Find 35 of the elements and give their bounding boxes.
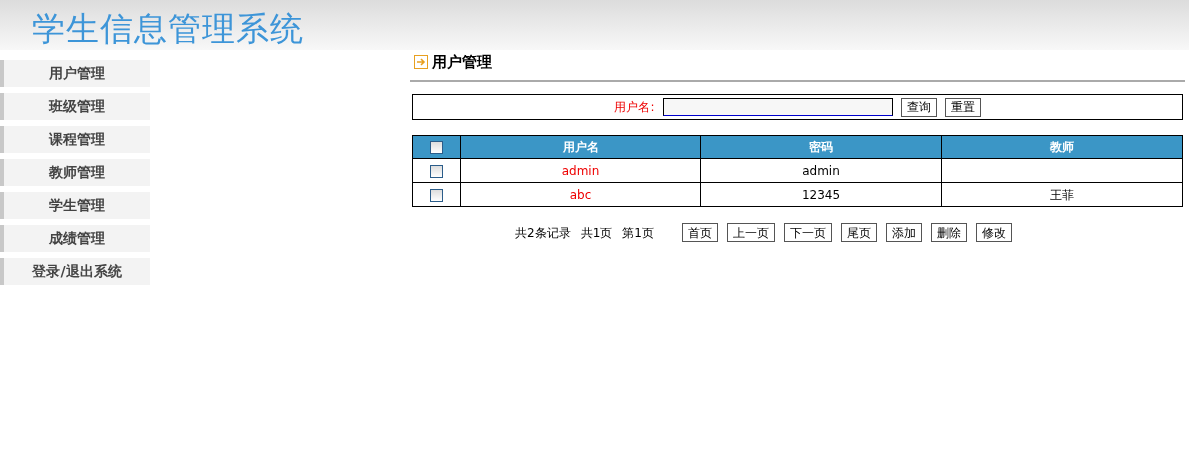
arrow-icon bbox=[414, 55, 428, 69]
sidebar-item[interactable]: 教师管理 bbox=[0, 159, 150, 186]
pager-button[interactable]: 删除 bbox=[930, 223, 967, 242]
app-title: 学生信息管理系统 bbox=[32, 8, 304, 50]
column-header: 密码 bbox=[700, 135, 942, 159]
table-cell: admin bbox=[460, 158, 701, 183]
pager-button[interactable]: 添加 bbox=[885, 223, 922, 242]
field-label: 用户名: bbox=[614, 99, 655, 116]
pager-button[interactable]: 上一页 bbox=[726, 223, 775, 242]
table-cell: 王菲 bbox=[941, 182, 1183, 207]
row-checkbox[interactable] bbox=[430, 188, 443, 202]
pager-button[interactable]: 修改 bbox=[975, 223, 1012, 242]
pager-button[interactable]: 下一页 bbox=[783, 223, 832, 242]
pager-button[interactable]: 首页 bbox=[681, 223, 718, 242]
sidebar-item[interactable]: 班级管理 bbox=[0, 93, 150, 120]
column-header: 教师 bbox=[941, 135, 1183, 159]
search-button[interactable]: 重置 bbox=[944, 97, 981, 117]
pager-info: 第1页 bbox=[622, 224, 654, 242]
select-all-checkbox[interactable] bbox=[430, 141, 443, 154]
table-cell: abc bbox=[460, 182, 701, 207]
sidebar-item[interactable]: 登录/退出系统 bbox=[0, 258, 150, 285]
row-checkbox[interactable] bbox=[430, 164, 443, 178]
sidebar-item[interactable]: 成绩管理 bbox=[0, 225, 150, 252]
pager-info: 共1页 bbox=[580, 224, 613, 242]
pager-info: 共2条记录 bbox=[515, 224, 571, 242]
search-button[interactable]: 查询 bbox=[900, 97, 937, 117]
search-field[interactable] bbox=[662, 98, 893, 116]
pager-button[interactable]: 尾页 bbox=[840, 223, 877, 242]
table-cell: admin bbox=[700, 158, 942, 183]
sidebar-item[interactable]: 课程管理 bbox=[0, 126, 150, 153]
page-title: 用户管理 bbox=[432, 52, 492, 72]
column-header: 用户名 bbox=[460, 135, 701, 159]
sidebar-item[interactable]: 用户管理 bbox=[0, 60, 150, 87]
sidebar-item[interactable]: 学生管理 bbox=[0, 192, 150, 219]
table-cell: 12345 bbox=[700, 182, 942, 207]
